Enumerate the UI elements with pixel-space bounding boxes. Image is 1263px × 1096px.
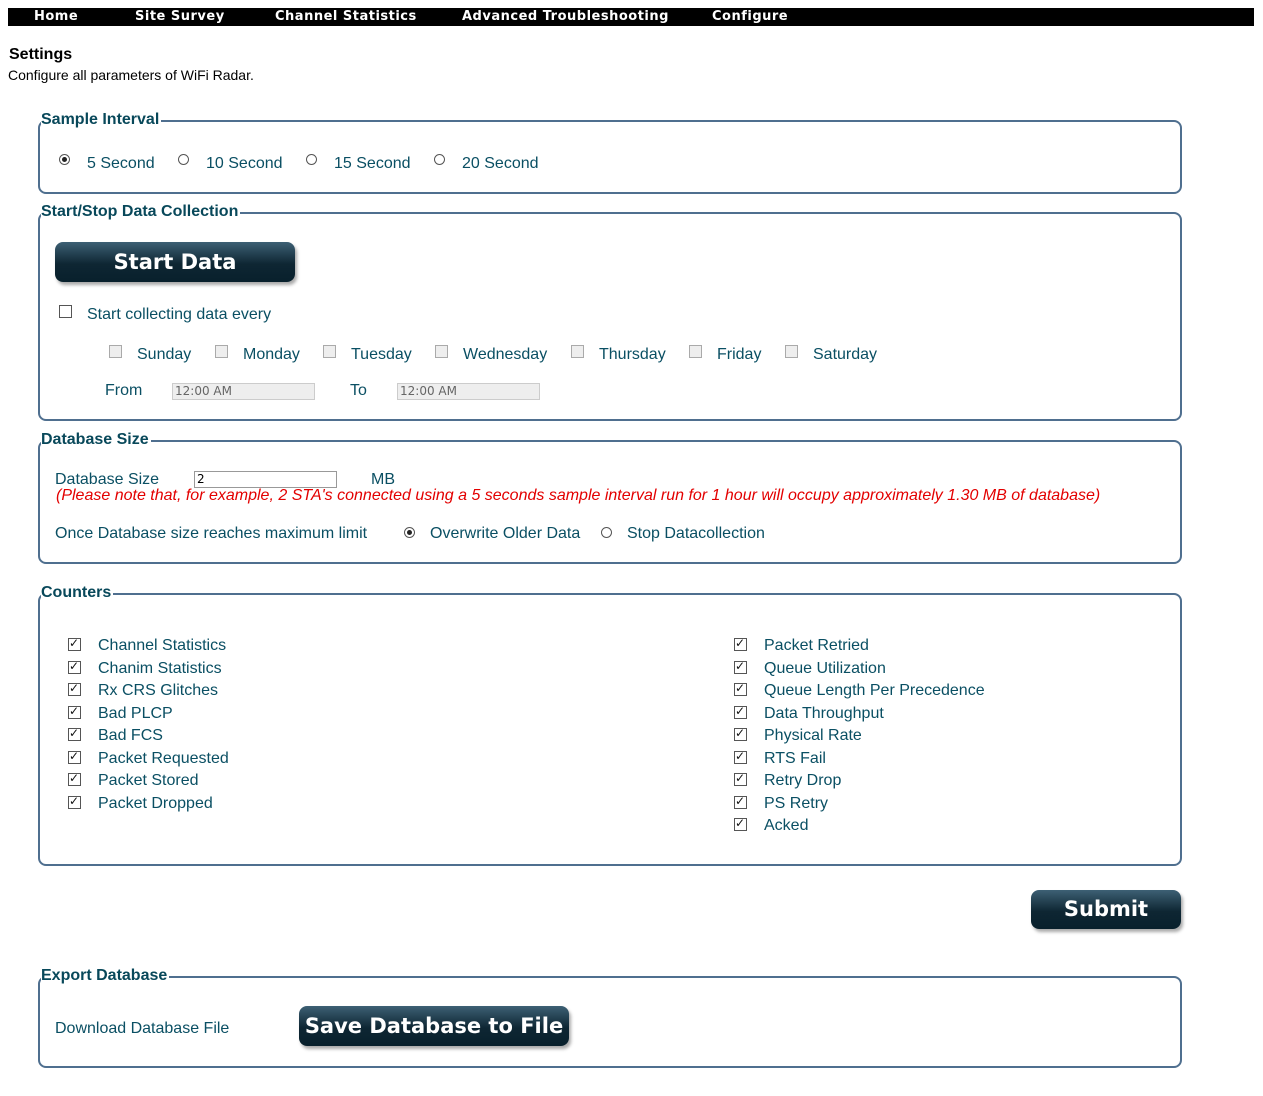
sample-interval-legend: Sample Interval	[41, 111, 162, 129]
sample-interval-group: Sample Interval 5 Second 10 Second 15 Se…	[38, 111, 1182, 194]
data-collection-group: Start/Stop Data Collection Start Data Co…	[38, 203, 1182, 421]
nav-home[interactable]: Home	[34, 9, 78, 24]
day-monday-checkbox[interactable]	[215, 345, 228, 358]
counter-label: Retry Drop	[764, 772, 842, 789]
counter-checkbox[interactable]	[68, 749, 81, 764]
nav-advanced-troubleshooting[interactable]: Advanced Troubleshooting	[462, 9, 669, 24]
day-wednesday-checkbox[interactable]	[435, 345, 448, 358]
counter-label: Channel Statistics	[98, 637, 227, 654]
counter-label: Packet Dropped	[98, 794, 213, 812]
overwrite-label: Overwrite Older Data	[430, 525, 581, 542]
counter-label: Queue Utilization	[764, 659, 886, 677]
nav-site-survey[interactable]: Site Survey	[135, 9, 225, 24]
interval-10-label: 10 Second	[206, 155, 283, 172]
counter-label: RTS Fail	[764, 749, 826, 767]
database-size-input[interactable]: 2	[194, 471, 337, 488]
export-database-legend: Export Database	[41, 967, 170, 985]
day-saturday-label: Saturday	[813, 346, 878, 363]
day-tuesday-label: Tuesday	[351, 346, 412, 363]
counter-checkbox[interactable]	[68, 771, 81, 786]
stop-collection-label: Stop Datacollection	[627, 525, 765, 542]
counter-label: Acked	[764, 817, 809, 834]
interval-10-radio[interactable]	[178, 154, 189, 165]
overwrite-radio[interactable]	[404, 527, 415, 538]
interval-15-radio[interactable]	[306, 154, 317, 165]
to-label: To	[350, 382, 367, 399]
top-navbar: Home Site Survey Channel Statistics Adva…	[8, 8, 1254, 26]
counter-label: Bad PLCP	[98, 704, 173, 722]
counter-label: Bad FCS	[98, 727, 163, 744]
day-thursday-label: Thursday	[599, 346, 666, 363]
counter-checkbox[interactable]	[734, 771, 747, 786]
counter-label: Packet Stored	[98, 772, 199, 789]
counter-checkbox[interactable]	[734, 636, 747, 651]
counters-legend: Counters	[41, 584, 114, 602]
counter-checkbox[interactable]	[68, 794, 81, 809]
counter-label: Data Throughput	[764, 704, 884, 722]
counter-checkbox[interactable]	[734, 794, 747, 809]
submit-button[interactable]: Submit	[1031, 890, 1181, 929]
database-size-group: Database Size Database Size 2 MB (Please…	[38, 431, 1182, 564]
counters-group: Counters Channel Statistics Chanim Statis…	[38, 584, 1182, 866]
day-sunday-checkbox[interactable]	[109, 345, 122, 358]
counter-checkbox[interactable]	[734, 704, 747, 719]
database-size-note: (Please note that, for example, 2 STA's …	[56, 487, 1101, 504]
day-friday-checkbox[interactable]	[689, 345, 702, 358]
counter-label: Chanim Statistics	[98, 659, 222, 677]
save-database-button[interactable]: Save Database to File	[299, 1006, 569, 1046]
counter-label: PS Retry	[764, 794, 829, 812]
counter-label: Physical Rate	[764, 727, 862, 744]
day-thursday-checkbox[interactable]	[571, 345, 584, 358]
counter-checkbox[interactable]	[734, 726, 747, 741]
data-collection-legend: Start/Stop Data Collection	[41, 203, 241, 221]
counter-label: Packet Retried	[764, 637, 869, 654]
counter-checkbox[interactable]	[68, 726, 81, 741]
page-subtitle: Configure all parameters of WiFi Radar.	[8, 67, 254, 83]
day-friday-label: Friday	[717, 346, 762, 363]
interval-20-label: 20 Second	[462, 155, 539, 172]
counter-label: Packet Requested	[98, 749, 229, 767]
interval-5-label: 5 Second	[87, 155, 155, 172]
export-database-group: Export Database Download Database File S…	[38, 967, 1182, 1068]
download-database-label: Download Database File	[55, 1020, 230, 1037]
from-time-input[interactable]: 12:00 AM	[172, 383, 315, 400]
start-data-collection-button[interactable]: Start Data Collection	[55, 242, 295, 314]
day-monday-label: Monday	[243, 346, 300, 363]
counter-checkbox[interactable]	[68, 681, 81, 696]
counter-label: Rx CRS Glitches	[98, 682, 219, 699]
counter-checkbox[interactable]	[734, 681, 747, 696]
from-label: From	[105, 382, 143, 399]
counter-label: Queue Length Per Precedence	[764, 682, 985, 699]
interval-20-radio[interactable]	[434, 154, 445, 165]
interval-15-label: 15 Second	[334, 155, 411, 172]
counter-checkbox[interactable]	[734, 816, 747, 831]
limit-label: Once Database size reaches maximum limit	[55, 525, 368, 542]
nav-channel-statistics[interactable]: Channel Statistics	[275, 9, 417, 24]
page-title: Settings	[9, 46, 73, 63]
day-wednesday-label: Wednesday	[463, 346, 548, 363]
to-time-input[interactable]: 12:00 AM	[397, 383, 540, 400]
stop-collection-radio[interactable]	[601, 527, 612, 538]
counter-checkbox[interactable]	[734, 659, 747, 674]
counter-checkbox[interactable]	[68, 659, 81, 674]
day-tuesday-checkbox[interactable]	[323, 345, 336, 358]
day-saturday-checkbox[interactable]	[785, 345, 798, 358]
interval-5-radio[interactable]	[59, 154, 70, 165]
day-sunday-label: Sunday	[137, 346, 192, 363]
schedule-checkbox[interactable]	[59, 305, 72, 318]
nav-configure[interactable]: Configure	[712, 9, 788, 24]
counter-checkbox[interactable]	[734, 749, 747, 764]
counter-checkbox[interactable]	[68, 704, 81, 719]
schedule-label: Start collecting data every	[87, 306, 272, 323]
counter-checkbox[interactable]	[68, 636, 81, 651]
database-size-legend: Database Size	[41, 431, 151, 449]
